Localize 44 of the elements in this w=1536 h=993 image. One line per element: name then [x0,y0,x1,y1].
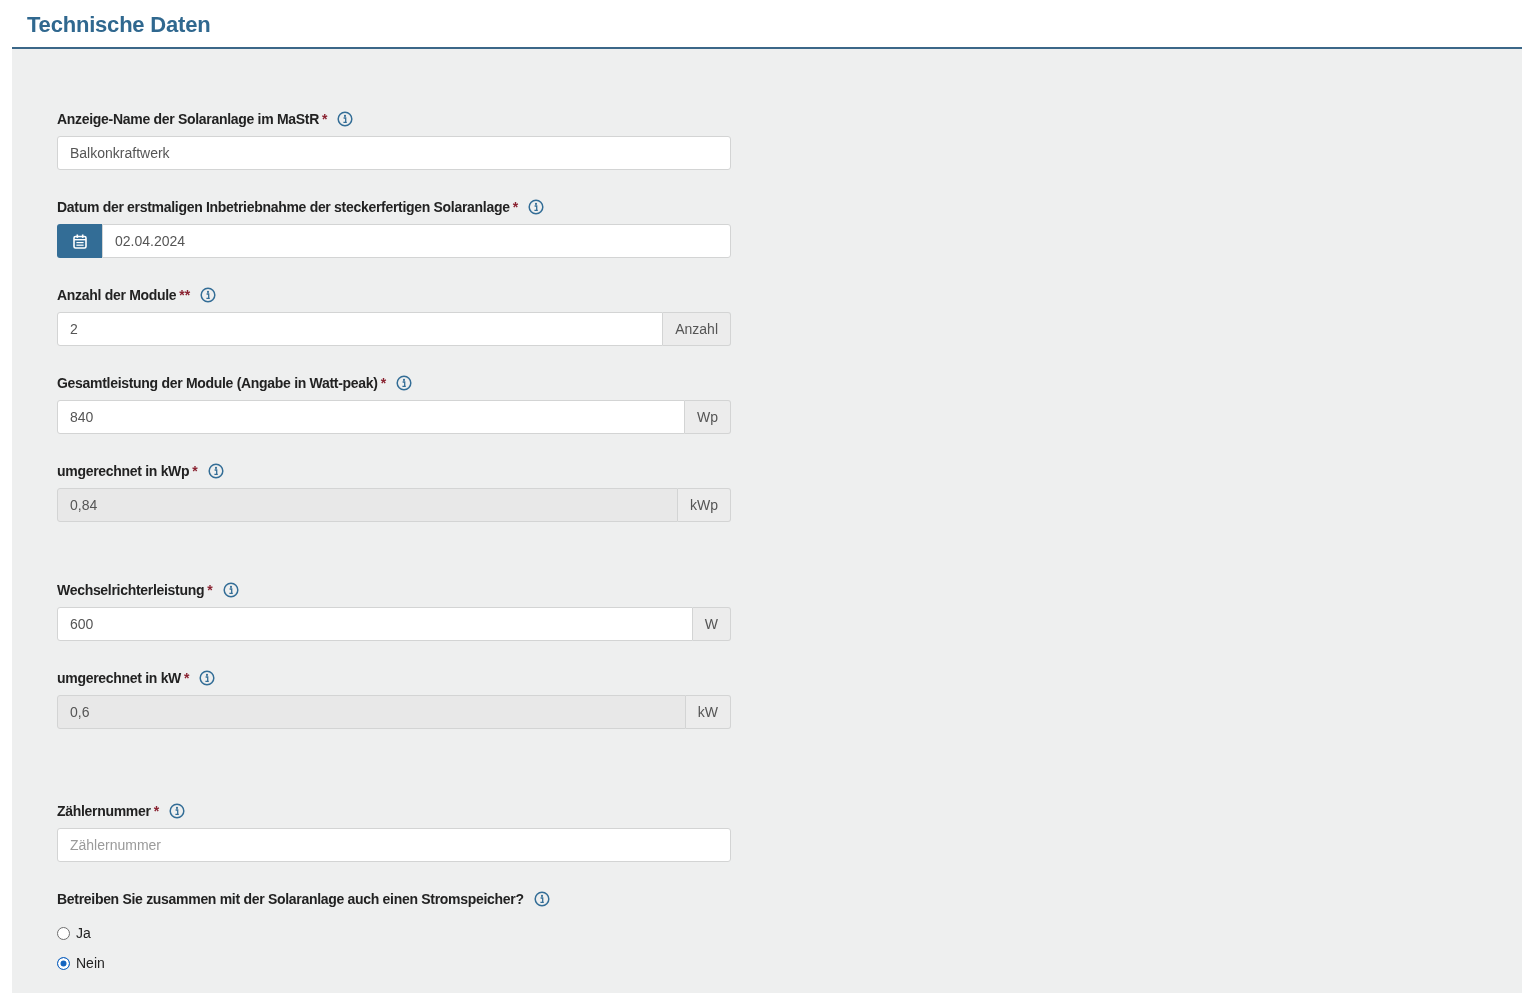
unit-label: Anzahl [663,312,731,346]
section-title: Technische Daten [27,11,211,39]
unit-label: W [692,607,731,641]
field-label: Anzeige-Name der Solaranlage im MaStR [57,111,319,127]
radio-button[interactable] [57,926,70,940]
text-input[interactable]: Zählernummer [57,828,731,862]
required-mark: * [192,463,198,479]
required-mark: * [184,670,190,686]
number-input[interactable]: 840 [57,400,685,434]
required-mark: * [512,199,519,215]
required-mark: ** [179,287,191,303]
calendar-button[interactable] [57,224,102,258]
info-icon[interactable] [222,582,239,598]
text-input[interactable]: Balkonkraftwerk [57,136,731,170]
field-label: Wechselrichterleistung [57,582,205,598]
required-mark: * [380,375,387,391]
radio-label[interactable]: Nein [76,955,105,971]
info-icon[interactable] [169,803,186,819]
info-icon[interactable] [396,375,413,391]
radio-label[interactable]: Ja [76,925,91,941]
unit-label: kW [685,695,731,729]
radio-button[interactable] [57,956,70,970]
unit-label: kWp [678,488,731,522]
required-mark: * [207,582,213,598]
info-icon[interactable] [207,463,224,479]
field-label: Betreiben Sie zusammen mit der Solaranlage auch einen Stromspeicher? [57,891,524,907]
calendar-icon [72,233,87,249]
required-mark: * [322,111,328,127]
info-icon[interactable] [200,287,217,303]
field-label: Gesamtleistung der Module (Angabe in Watt-peak) [57,375,378,391]
info-icon[interactable] [533,891,550,907]
date-input[interactable]: 02.04.2024 [102,224,731,258]
number-input[interactable]: 2 [57,312,664,346]
field-label: Zählernummer [57,803,151,819]
required-mark: * [153,803,160,819]
field-label: umgerechnet in kW [57,670,182,686]
number-input[interactable]: 600 [57,607,693,641]
field-label: Anzahl der Module [57,287,177,303]
field-label: umgerechnet in kWp [57,463,190,479]
info-icon[interactable] [199,670,216,686]
info-icon[interactable] [337,111,354,127]
info-icon[interactable] [528,199,545,215]
field-label: Datum der erstmaligen Inbetriebnahme der steckerfertigen Solaranlage [57,199,510,215]
unit-label: Wp [685,400,731,434]
